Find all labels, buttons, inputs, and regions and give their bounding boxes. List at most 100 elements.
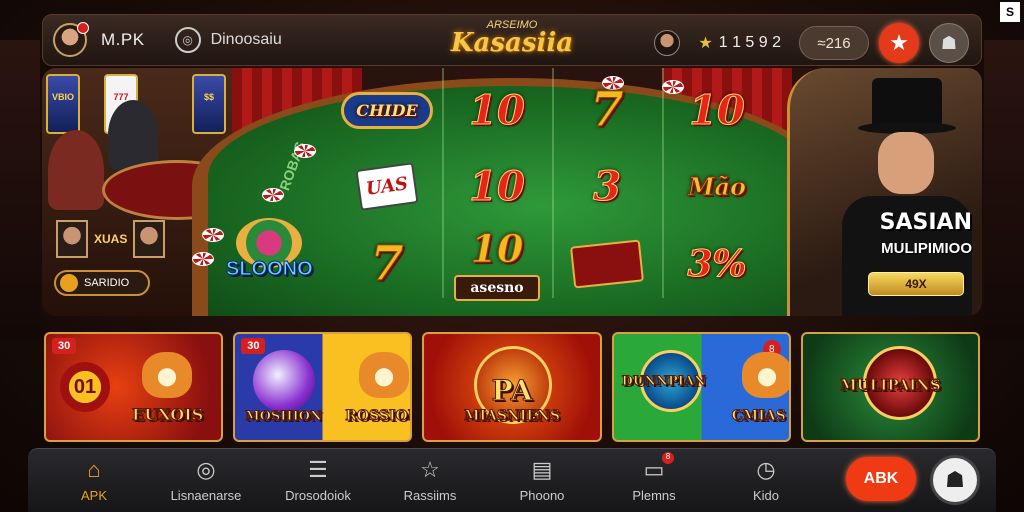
promo-label: Dinoosaiu	[210, 31, 282, 48]
player-thumbs: XUAS	[56, 220, 166, 258]
coin-count: ★ 1 1 5 9 2	[690, 33, 789, 53]
jackpot-pill[interactable]: SARIDIO	[54, 270, 150, 296]
tile-title: MULIPAINS	[840, 376, 942, 395]
nav-label: Plemns	[632, 488, 676, 503]
reel-symbol: 3	[593, 163, 622, 211]
nav-label: Drosodoiok	[285, 488, 351, 503]
promo-subtitle: MULIPIMIOO	[881, 240, 972, 257]
game-tile[interactable]: 30 MOSHION ROSSIOD	[233, 332, 413, 442]
home-icon: ⌂	[87, 457, 101, 482]
account-button[interactable]: ☗	[930, 455, 980, 505]
poker-chip	[202, 228, 224, 242]
jackpot-label: SARIDIO	[84, 277, 130, 289]
dog-mascot-icon	[359, 352, 410, 398]
star-icon: ★	[889, 30, 909, 55]
tile-tag: 30	[241, 338, 266, 354]
corner-icon: S	[1000, 2, 1020, 22]
reel-badge-symbol: CHIDE	[332, 72, 442, 149]
search-icon: ◎	[196, 457, 216, 482]
nav-label: Rassiims	[403, 488, 457, 503]
tile-subtitle: MIASNIENS	[464, 408, 561, 425]
username: M.PK	[101, 30, 145, 49]
bet-cell: 10 asesno	[442, 225, 552, 302]
top-hat-image	[872, 78, 942, 126]
tile-title: DUNNPIAN	[621, 374, 706, 390]
balance-pill[interactable]: ≈216	[799, 26, 869, 60]
game-tile[interactable]: 8 DUNNPIAN CMIAS	[611, 332, 791, 442]
reel-divider	[442, 68, 444, 298]
game-tile[interactable]: 30 01 EUXOIS	[44, 332, 224, 442]
top-right-controls: ★ 1 1 5 9 2 ≈216 ★ ☗	[654, 23, 969, 63]
star-icon: ★	[698, 35, 713, 52]
top-bar: M.PK ◎ Dinoosaiu ARSEIMO Kasasiia ★ 1 1 …	[42, 14, 982, 66]
game-tile[interactable]: MULIPAINS	[800, 332, 981, 442]
nav-item-favorites[interactable]: ☆ Rassiims	[374, 457, 486, 504]
nav-label: Lisnaenarse	[170, 488, 242, 503]
notification-badge: 8	[662, 452, 674, 464]
fox-mascot-icon	[142, 352, 192, 398]
user-icon: ☗	[945, 467, 965, 492]
promo-link[interactable]: ◎ Dinoosaiu	[174, 27, 282, 53]
reel-symbol: 3%	[687, 242, 747, 285]
promo-button[interactable]: 49X	[868, 272, 964, 296]
right-decor	[984, 40, 1024, 340]
nav-item-phone[interactable]: ▤ Phoono	[486, 457, 598, 504]
promo-character-panel: SASIAN MULIPIMIOO 49X	[787, 68, 982, 316]
nav-label: Kido	[752, 488, 780, 503]
left-decor	[0, 40, 40, 340]
promo-title: SASIAN	[879, 210, 972, 235]
slot-machine-image: VBIO	[46, 74, 80, 134]
emblem-text: SLOONO	[226, 258, 314, 281]
reel-symbol: Mão	[687, 172, 747, 202]
nav-item-history[interactable]: ◷ Kido	[710, 457, 822, 504]
rabbit-mascot-icon	[741, 352, 789, 398]
character-face	[878, 132, 934, 194]
nav-label: APK	[80, 488, 107, 503]
favorite-button[interactable]: ★	[879, 23, 919, 63]
coin-value: 1 1 5 9 2	[718, 34, 781, 51]
nav-label: Phoono	[519, 488, 565, 503]
star-icon: ☆	[420, 457, 440, 482]
game-tiles: 30 01 EUXOIS 30 MOSHION ROSSIOD PA MIASN…	[44, 332, 981, 442]
hero-banner[interactable]: VBIO 777 $$ XUAS SARIDIO ROBAS CHIDE 10 …	[42, 68, 982, 316]
nav-item-wallet[interactable]: ▭ 8 Plemns	[598, 452, 710, 503]
tile-title: CMIAS	[731, 408, 786, 425]
reel-divider	[552, 68, 554, 298]
bet-label[interactable]: asesno	[454, 275, 540, 302]
player-thumb[interactable]	[133, 220, 166, 258]
poker-chip	[294, 144, 316, 158]
apk-download-button[interactable]: ABK	[846, 457, 916, 501]
poker-chip	[262, 188, 284, 202]
phone-icon: ▤	[531, 457, 553, 482]
app-logo[interactable]: ARSEIMO Kasasiia	[450, 19, 574, 58]
clock-icon: ◷	[756, 457, 776, 482]
thumb-label: XUAS	[94, 232, 128, 246]
nav-item-search[interactable]: ◎ Lisnaenarse	[150, 457, 262, 504]
reel-divider	[662, 68, 664, 298]
logo-text: Kasasiia	[450, 28, 574, 58]
reel-symbol: 10	[689, 86, 746, 134]
user-avatar[interactable]	[53, 22, 89, 57]
tile-title: EUXOIS	[131, 405, 204, 425]
reel-symbol: 10	[469, 163, 526, 211]
player-thumb[interactable]	[56, 220, 88, 258]
wallet-icon: ▭	[643, 457, 665, 482]
nav-item-list[interactable]: ☰ Drosodoiok	[262, 457, 374, 504]
game-tile[interactable]: PA MIASNIENS	[422, 332, 602, 442]
reel-symbol: 7	[590, 82, 624, 139]
gift-icon: ◎	[174, 27, 201, 53]
ticket-symbol	[552, 225, 662, 302]
list-icon: ☰	[308, 457, 328, 482]
tile-title: ROSSIOD	[345, 408, 413, 425]
player-avatar[interactable]	[654, 30, 681, 56]
dice-symbol: UAS	[332, 149, 442, 226]
bottom-nav: ⌂ APK ◎ Lisnaenarse ☰ Drosodoiok ☆ Rassi…	[28, 448, 996, 512]
tile-tag: 30	[52, 338, 77, 354]
player-figure	[48, 130, 104, 210]
notification-dot	[77, 22, 89, 34]
reel-symbol: 10	[470, 226, 524, 272]
user-icon: ☗	[940, 32, 958, 53]
game-emblem[interactable]: SLOONO	[226, 218, 313, 281]
nav-item-home[interactable]: ⌂ APK	[38, 457, 150, 504]
profile-button[interactable]: ☗	[929, 23, 969, 63]
